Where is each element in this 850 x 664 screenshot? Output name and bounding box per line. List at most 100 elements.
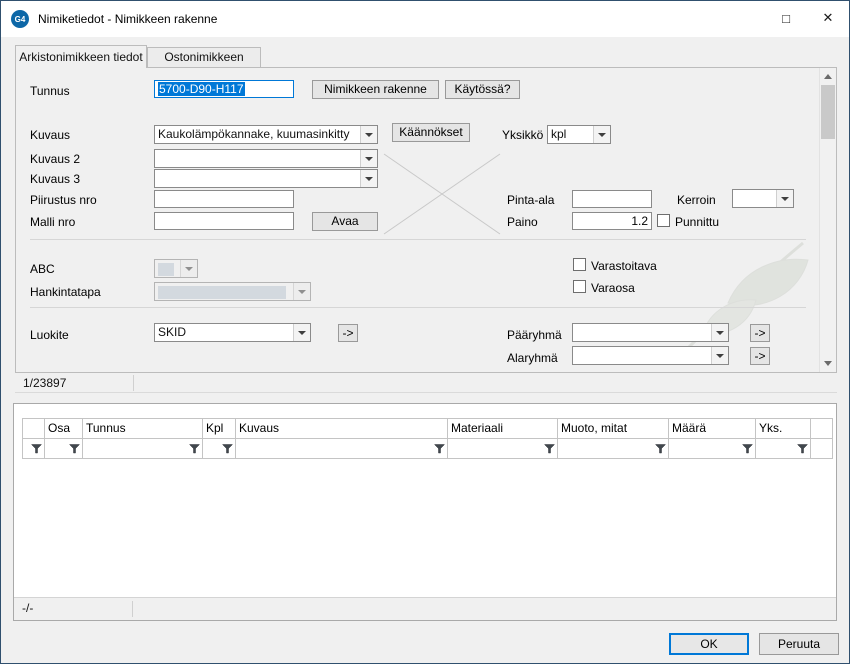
record-status-bar: 1/23897	[15, 373, 837, 393]
status-divider	[133, 375, 134, 391]
chevron-down-icon[interactable]	[711, 347, 728, 364]
filter-cell[interactable]	[236, 439, 448, 459]
alaryhma-arrow-button[interactable]: ->	[750, 347, 770, 365]
tab-arkistonimikkeen-tiedot[interactable]: Arkistonimikkeen tiedot	[15, 45, 147, 68]
filter-funnel-icon[interactable]	[69, 444, 80, 454]
form-panel: Tunnus 5700-D90-H117 Nimikkeen rakenne K…	[15, 67, 837, 373]
chevron-down-icon[interactable]	[180, 260, 197, 277]
paaryhma-arrow-button[interactable]: ->	[750, 324, 770, 342]
column-header-yks[interactable]: Yks.	[756, 419, 811, 439]
varaosa-checkbox[interactable]	[573, 280, 586, 293]
filter-cell[interactable]	[203, 439, 236, 459]
hankintatapa-combobox[interactable]	[154, 282, 311, 301]
filter-cell[interactable]	[669, 439, 756, 459]
column-header-tunnus[interactable]: Tunnus	[83, 419, 203, 439]
divider	[30, 307, 806, 308]
window-title: Nimiketiedot - Nimikkeen rakenne	[38, 12, 217, 26]
kuvaus3-value	[155, 170, 360, 187]
filter-funnel-icon[interactable]	[797, 444, 808, 454]
chevron-down-icon[interactable]	[360, 170, 377, 187]
kuvaus2-value	[155, 150, 360, 167]
pinta-ala-input[interactable]	[572, 190, 652, 208]
malli-nro-label: Malli nro	[30, 215, 75, 229]
kuvaus2-combobox[interactable]	[154, 149, 378, 168]
filter-funnel-icon[interactable]	[31, 444, 42, 454]
filter-cell[interactable]	[756, 439, 811, 459]
yksikko-label: Yksikkö	[502, 128, 543, 142]
close-button[interactable]: ✕	[807, 1, 849, 35]
luokite-arrow-button[interactable]: ->	[338, 324, 358, 342]
kaannokset-button[interactable]: Käännökset	[392, 123, 470, 142]
record-count: 1/23897	[15, 376, 66, 390]
cancel-button[interactable]: Peruuta	[759, 633, 839, 655]
kerroin-combobox[interactable]	[732, 189, 794, 208]
column-header-materiaali[interactable]: Materiaali	[448, 419, 558, 439]
filter-cell[interactable]	[83, 439, 203, 459]
column-header-filler	[811, 419, 833, 439]
scrollbar-thumb[interactable]	[821, 85, 835, 139]
kuvaus3-combobox[interactable]	[154, 169, 378, 188]
tab-ostonimikkeen-tiedot[interactable]: Ostonimikkeen tiedot	[147, 47, 261, 67]
paaryhma-combobox[interactable]	[572, 323, 729, 342]
maximize-button[interactable]: □	[765, 1, 807, 35]
filter-funnel-icon[interactable]	[544, 444, 555, 454]
abc-combobox[interactable]	[154, 259, 198, 278]
chevron-down-icon[interactable]	[776, 190, 793, 207]
kuvaus-value: Kaukolämpökannake, kuumasinkitty	[155, 126, 360, 143]
punnittu-checkbox[interactable]	[657, 214, 670, 227]
luokite-label: Luokite	[30, 328, 69, 342]
pinta-ala-label: Pinta-ala	[507, 193, 554, 207]
filter-funnel-icon[interactable]	[189, 444, 200, 454]
filter-funnel-icon[interactable]	[655, 444, 666, 454]
column-header-kpl[interactable]: Kpl	[203, 419, 236, 439]
filter-funnel-icon[interactable]	[742, 444, 753, 454]
avaa-button[interactable]: Avaa	[312, 212, 378, 231]
hankintatapa-value	[155, 283, 293, 300]
divider	[30, 239, 806, 240]
structure-grid-panel: Osa Tunnus Kpl Kuvaus Materiaali Muoto, …	[13, 403, 837, 621]
abc-value	[155, 260, 180, 277]
luokite-combobox[interactable]: SKID	[154, 323, 311, 342]
column-header-osa[interactable]: Osa	[45, 419, 83, 439]
chevron-down-icon[interactable]	[593, 126, 610, 143]
kuvaus-label: Kuvaus	[30, 128, 70, 142]
paino-label: Paino	[507, 215, 538, 229]
column-header-muoto-mitat[interactable]: Muoto, mitat	[558, 419, 669, 439]
filter-cell[interactable]	[45, 439, 83, 459]
chevron-down-icon[interactable]	[711, 324, 728, 341]
ok-button[interactable]: OK	[669, 633, 749, 655]
chevron-down-icon[interactable]	[360, 126, 377, 143]
filter-cell[interactable]	[23, 439, 45, 459]
scrollbar-vertical[interactable]	[819, 68, 836, 372]
filter-funnel-icon[interactable]	[434, 444, 445, 454]
scroll-down-icon[interactable]	[820, 355, 836, 372]
piirustus-nro-input[interactable]	[154, 190, 294, 208]
chevron-down-icon[interactable]	[293, 283, 310, 300]
kuvaus-combobox[interactable]: Kaukolämpökannake, kuumasinkitty	[154, 125, 378, 144]
grid-header-row: Osa Tunnus Kpl Kuvaus Materiaali Muoto, …	[23, 419, 833, 439]
chevron-down-icon[interactable]	[360, 150, 377, 167]
yksikko-combobox[interactable]: kpl	[547, 125, 611, 144]
structure-grid: Osa Tunnus Kpl Kuvaus Materiaali Muoto, …	[22, 418, 833, 459]
filter-funnel-icon[interactable]	[222, 444, 233, 454]
nimikkeen-rakenne-button[interactable]: Nimikkeen rakenne	[312, 80, 439, 99]
paino-input[interactable]	[572, 212, 652, 230]
varastoitava-checkbox[interactable]	[573, 258, 586, 271]
scroll-up-icon[interactable]	[820, 68, 836, 85]
kuvaus3-label: Kuvaus 3	[30, 172, 80, 186]
luokite-value: SKID	[155, 324, 293, 341]
chevron-down-icon[interactable]	[293, 324, 310, 341]
decorative-cross-lines	[382, 152, 502, 236]
malli-nro-input[interactable]	[154, 212, 294, 230]
filter-cell[interactable]	[448, 439, 558, 459]
paaryhma-value	[573, 324, 711, 341]
column-header-maara[interactable]: Määrä	[669, 419, 756, 439]
alaryhma-combobox[interactable]	[572, 346, 729, 365]
tunnus-input[interactable]: 5700-D90-H117	[154, 80, 294, 98]
window-controls: □ ✕	[765, 1, 849, 37]
column-header-kuvaus[interactable]: Kuvaus	[236, 419, 448, 439]
kerroin-label: Kerroin	[677, 193, 716, 207]
column-header-rowselector[interactable]	[23, 419, 45, 439]
filter-cell[interactable]	[558, 439, 669, 459]
kaytossa-button[interactable]: Käytössä?	[445, 80, 520, 99]
